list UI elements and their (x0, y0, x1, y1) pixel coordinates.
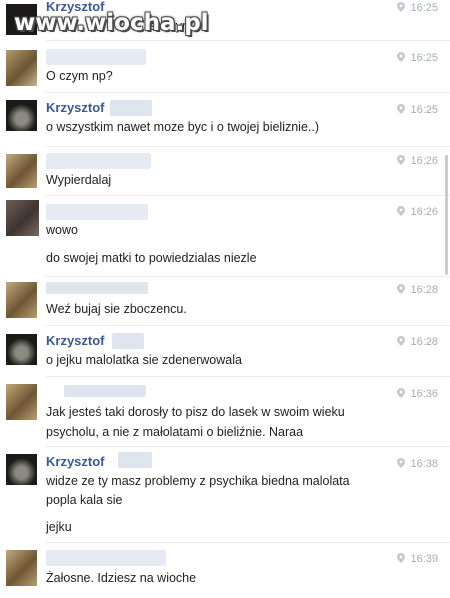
blurred-name (46, 282, 148, 294)
sender-name[interactable]: Krzysztof (46, 333, 105, 348)
location-pin-icon (397, 52, 406, 62)
blurred-surname (118, 452, 152, 468)
message-text: do swojej matki to powiedzialas niezle (46, 251, 257, 265)
avatar[interactable] (6, 154, 37, 188)
timestamp: 16:38 (397, 458, 438, 470)
message-text: popla kala sie (46, 493, 123, 507)
message-divider (46, 92, 450, 93)
sender-name[interactable]: Krzysztof (46, 100, 105, 115)
message-divider (46, 195, 450, 196)
blurred-surname (112, 333, 144, 349)
timestamp: 16:28 (397, 284, 438, 296)
location-pin-icon (397, 553, 406, 563)
timestamp: 16:28 (397, 336, 438, 348)
avatar[interactable] (6, 282, 37, 318)
message-text: widze ze ty masz problemy z psychika bie… (46, 474, 350, 488)
blurred-name (46, 204, 148, 220)
message-text: psycholu, a nie z małolatami o bieliźnie… (46, 425, 304, 439)
message-text: o wszystkim nawet moze byc i o twojej bi… (46, 120, 320, 134)
location-pin-icon (397, 155, 406, 165)
sender-name[interactable]: Krzysztof (46, 454, 105, 469)
location-pin-icon (397, 336, 406, 346)
scrollbar[interactable] (445, 155, 448, 275)
message-text: O czym np? (46, 69, 113, 83)
watermark-logo: www.wiocha.pl (14, 10, 209, 36)
message-text: Żałosne. Idziesz na wioche (46, 571, 197, 585)
timestamp: 16:36 (397, 388, 438, 400)
message-divider (46, 40, 450, 41)
blurred-name (64, 385, 146, 397)
message-text: Jak jesteś taki dorosły to pisz do lasek… (46, 405, 345, 419)
location-pin-icon (397, 388, 406, 398)
avatar[interactable] (6, 384, 37, 420)
blurred-name (46, 49, 146, 65)
avatar[interactable] (6, 334, 37, 365)
blurred-surname (110, 100, 152, 116)
message-divider (46, 376, 450, 377)
location-pin-icon (397, 104, 406, 114)
timestamp: 16:25 (397, 52, 438, 64)
avatar[interactable] (6, 454, 37, 485)
timestamp: 16:25 (397, 2, 438, 14)
message-divider (46, 325, 450, 326)
location-pin-icon (397, 284, 406, 294)
timestamp: 16:26 (397, 155, 438, 167)
blurred-name (46, 153, 151, 169)
message-divider (46, 146, 450, 147)
message-text: o jejku malolatka sie zdenerwowala (46, 353, 242, 367)
message-divider (46, 542, 450, 543)
timestamp: 16:25 (397, 104, 438, 116)
message-divider (46, 446, 450, 447)
location-pin-icon (397, 206, 406, 216)
avatar[interactable] (6, 100, 37, 131)
message-text: jejku (46, 520, 72, 534)
timestamp: 16:39 (397, 553, 438, 565)
message-text: Weź bujaj sie zboczencu. (46, 302, 187, 316)
message-text: Wypierdalaj (46, 173, 112, 187)
avatar[interactable] (6, 550, 37, 586)
location-pin-icon (397, 458, 406, 468)
location-pin-icon (397, 2, 406, 12)
blurred-name (46, 550, 166, 566)
message-divider (46, 276, 450, 277)
avatar[interactable] (6, 50, 37, 86)
message-text: wowo (46, 223, 78, 237)
timestamp: 16:26 (397, 206, 438, 218)
avatar[interactable] (6, 200, 39, 236)
